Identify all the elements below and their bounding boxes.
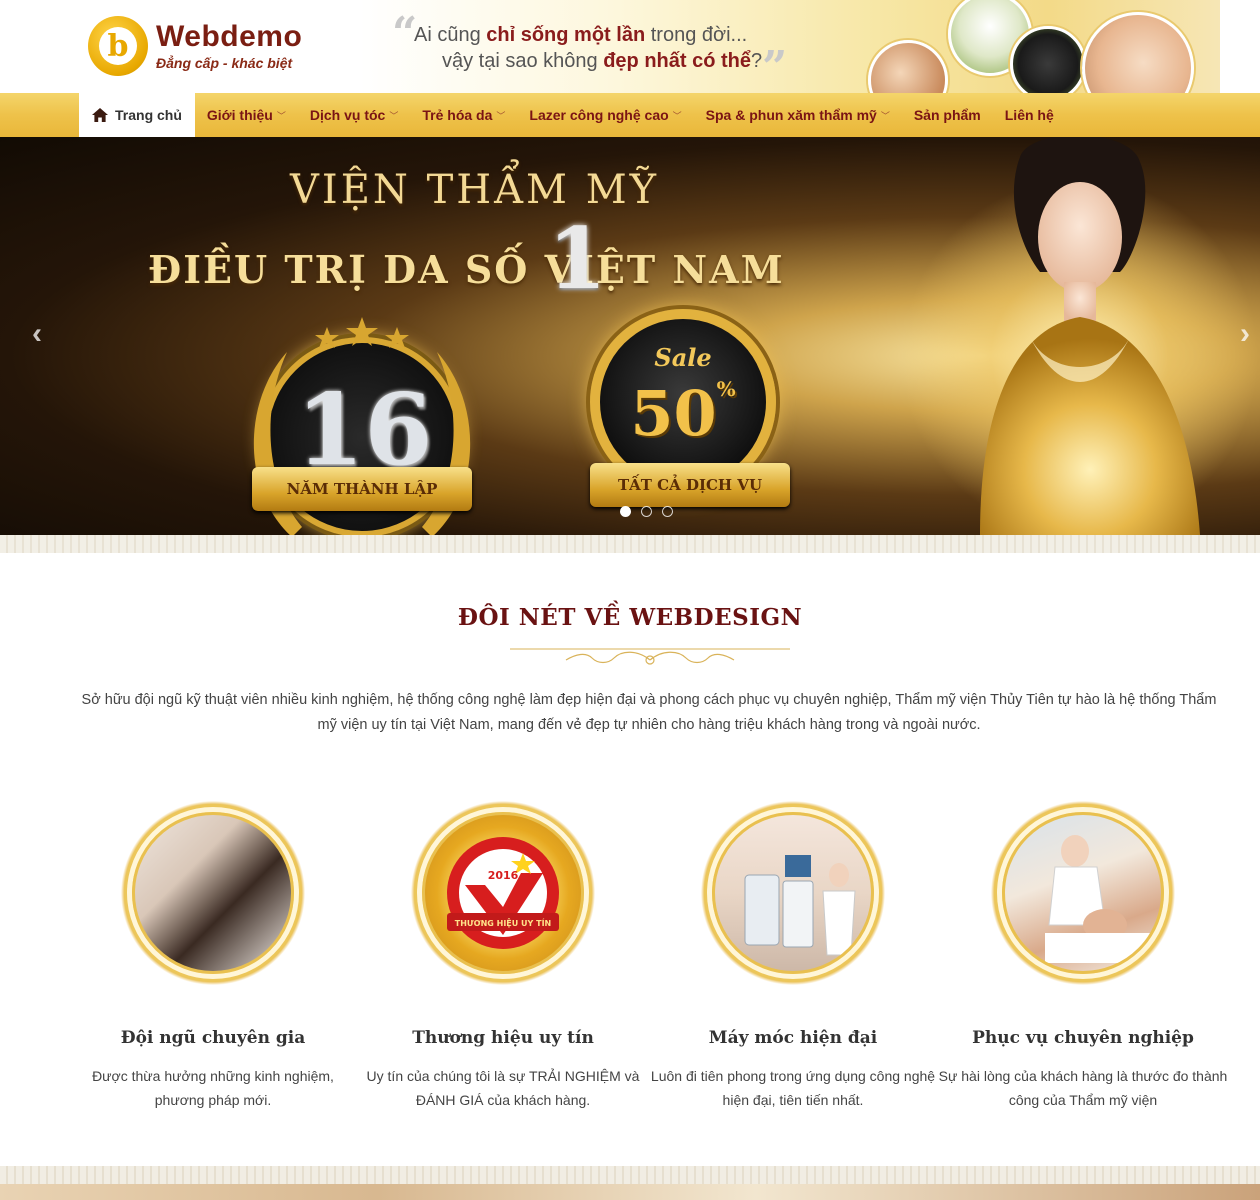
decorative-border xyxy=(0,1166,1260,1184)
site-logo[interactable]: b Webdemo Đẳng cấp - khác biệt xyxy=(88,16,302,76)
chevron-down-icon: ﹀ xyxy=(496,110,506,121)
logo-mark-icon: b xyxy=(88,16,148,76)
nav-label: Giới thiệu xyxy=(206,107,273,123)
feature-frame xyxy=(700,800,886,986)
sale-ribbon: TẤT CẢ DỊCH VỤ xyxy=(590,463,790,507)
chevron-down-icon: ﹀ xyxy=(880,110,890,121)
slider-next-arrow-icon[interactable]: › xyxy=(1240,317,1250,351)
chevron-down-icon: ﹀ xyxy=(389,110,399,121)
nav-item-hair-services[interactable]: Dịch vụ tóc ﹀ xyxy=(298,93,410,137)
section-title: ĐÔI NÉT VỀ WEBDESIGN xyxy=(457,604,803,631)
nav-label: Sản phẩm xyxy=(913,107,981,123)
features-section: Đội ngũ chuyên gia Được thừa hưởng những… xyxy=(68,800,1228,1130)
feature-description: Luôn đi tiên phong trong ứng dụng công n… xyxy=(650,1068,936,1108)
nav-label: Trang chủ xyxy=(115,107,182,123)
feature-image-experts xyxy=(132,812,294,974)
slider-dot[interactable] xyxy=(620,506,631,517)
slider-dot[interactable] xyxy=(641,506,652,517)
banner-number-one: 1 xyxy=(548,209,607,308)
feature-title: Thương hiệu uy tín xyxy=(412,1028,594,1048)
slogan-text: Ai cũng xyxy=(414,24,487,46)
feature-title: Máy móc hiện đại xyxy=(708,1028,878,1048)
feature-frame: 2016 THƯƠNG HIỆU UY TÍN xyxy=(410,800,596,986)
site-header: b Webdemo Đẳng cấp - khác biệt “ Ai cũng… xyxy=(0,0,1260,124)
feature-frame xyxy=(120,800,306,986)
logo-name: Webdemo xyxy=(156,20,303,53)
feature-description: Uy tín của chúng tôi là sự TRẢI NGHIỆM v… xyxy=(366,1068,640,1108)
banner-title: VIỆN THẨM MỸ xyxy=(290,167,660,213)
slogan-text: trong đời... xyxy=(645,24,748,46)
slider-pagination xyxy=(620,506,673,517)
sale-percent-value: 50 xyxy=(630,377,717,450)
nav-label: Lazer công nghệ cao xyxy=(529,107,669,123)
feature-image-service xyxy=(1002,812,1164,974)
anniversary-ribbon: NĂM THÀNH LẬP xyxy=(252,467,472,511)
feature-description: Được thừa hưởng những kinh nghiệm, phươn… xyxy=(92,1068,334,1108)
decorative-border xyxy=(0,535,1260,553)
nav-item-spa[interactable]: Spa & phun xăm thẩm mỹ ﹀ xyxy=(694,93,902,137)
facial-service-illustration xyxy=(1045,835,1155,963)
sale-label: Sale xyxy=(654,343,712,372)
spa-photo-stones xyxy=(1010,26,1086,102)
slider-dot[interactable] xyxy=(662,506,673,517)
hero-slider[interactable]: VIỆN THẨM MỸ ĐIỀU TRỊ DA SỐ VIỆT NAM 1 1… xyxy=(0,137,1260,535)
sale-percent: 50% xyxy=(630,377,736,450)
nav-label: Dịch vụ tóc xyxy=(309,107,386,123)
nav-item-laser[interactable]: Lazer công nghệ cao ﹀ xyxy=(517,93,693,137)
spa-photo-collage xyxy=(860,0,1220,124)
logo-letter: b xyxy=(99,27,137,65)
nav-item-contact[interactable]: Liên hệ xyxy=(993,93,1066,137)
feature-frame xyxy=(990,800,1176,986)
slogan-emphasis: chỉ sống một lần xyxy=(486,24,646,46)
chevron-down-icon: ﹀ xyxy=(276,110,286,121)
home-icon xyxy=(92,108,108,122)
feature-image-machines xyxy=(712,812,874,974)
feature-image-trusted-badge: 2016 THƯƠNG HIỆU UY TÍN xyxy=(422,812,584,974)
slogan-text: vậy tại sao không xyxy=(442,50,604,72)
banner-subtitle: ĐIỀU TRỊ DA SỐ VIỆT NAM xyxy=(148,247,785,292)
machine-illustration xyxy=(744,855,856,956)
nav-item-products[interactable]: Sản phẩm xyxy=(902,93,993,137)
ornament-divider-icon xyxy=(510,648,790,665)
nav-item-home[interactable]: Trang chủ xyxy=(79,93,195,137)
feature-description: Sự hài lòng của khách hàng là thước đo t… xyxy=(938,1068,1228,1108)
award-year: 2016 xyxy=(488,869,519,882)
chevron-down-icon: ﹀ xyxy=(672,110,682,121)
next-section-preview xyxy=(0,1184,1260,1200)
quote-close-icon: ” xyxy=(762,42,788,93)
main-navigation: Trang chủ Giới thiệu ﹀ Dịch vụ tóc ﹀ Trẻ h… xyxy=(0,93,1260,137)
about-description: Sở hữu đội ngũ kỹ thuật viên nhiều kinh … xyxy=(81,692,1217,733)
slogan-emphasis: đẹp nhất có thể xyxy=(603,50,752,72)
nav-item-about[interactable]: Giới thiệu ﹀ xyxy=(195,93,298,137)
slogan-text: ? xyxy=(751,50,763,72)
award-ribbon: THƯƠNG HIỆU UY TÍN xyxy=(455,917,552,928)
banner-model-image xyxy=(980,137,1200,535)
logo-tagline: Đẳng cấp - khác biệt xyxy=(156,55,293,71)
feature-title: Đội ngũ chuyên gia xyxy=(120,1028,306,1048)
nav-label: Spa & phun xăm thẩm mỹ xyxy=(705,107,877,123)
slider-prev-arrow-icon[interactable]: ‹ xyxy=(32,317,42,351)
nav-label: Trẻ hóa da xyxy=(422,107,493,123)
quality-award-icon: 2016 THƯƠNG HIỆU UY TÍN xyxy=(447,837,559,949)
feature-title: Phục vụ chuyên nghiệp xyxy=(972,1028,1194,1048)
nav-label: Liên hệ xyxy=(1004,107,1054,123)
nav-item-skin-rejuvenation[interactable]: Trẻ hóa da ﹀ xyxy=(410,93,517,137)
